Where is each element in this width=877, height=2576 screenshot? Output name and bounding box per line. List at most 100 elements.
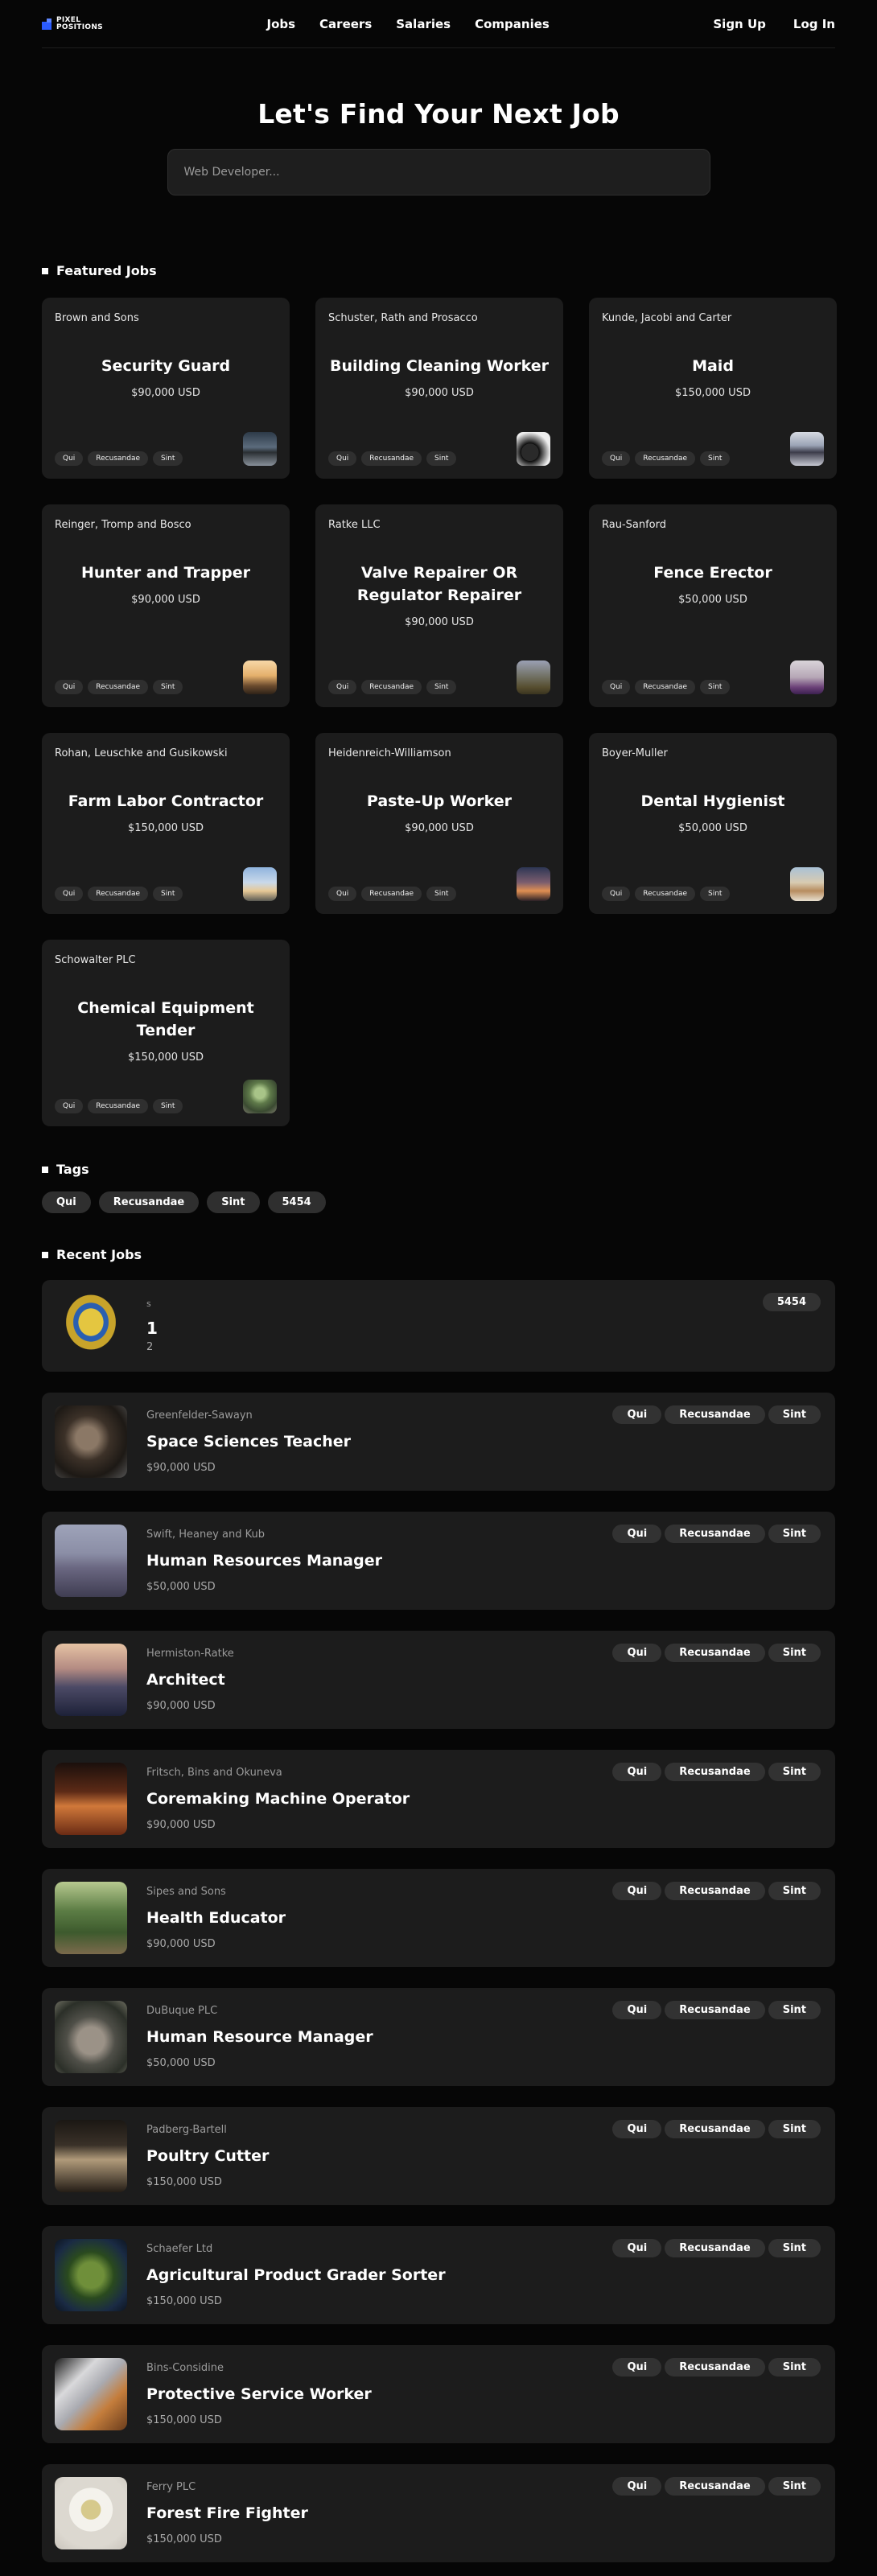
job-tag[interactable]: Recusandae: [665, 2358, 765, 2376]
job-tag[interactable]: Qui: [602, 680, 631, 694]
job-tag[interactable]: Recusandae: [88, 887, 149, 901]
recent-job-card[interactable]: Swift, Heaney and Kub Human Resources Man…: [42, 1512, 835, 1610]
job-title[interactable]: Chemical Equipment Tender: [55, 997, 277, 1042]
job-tag[interactable]: Qui: [612, 1763, 662, 1781]
featured-job-card[interactable]: Schowalter PLC Chemical Equipment Tender $…: [42, 940, 290, 1126]
job-tag[interactable]: Recusandae: [635, 680, 696, 694]
job-tag[interactable]: Sint: [768, 1405, 821, 1424]
job-tag[interactable]: Qui: [612, 1644, 662, 1662]
nav-link-salaries[interactable]: Salaries: [396, 17, 451, 31]
nav-link-jobs[interactable]: Jobs: [266, 17, 295, 31]
nav-link-companies[interactable]: Companies: [475, 17, 550, 31]
featured-job-card[interactable]: Kunde, Jacobi and Carter Maid $150,000 USD…: [589, 298, 837, 479]
job-title[interactable]: Security Guard: [101, 355, 230, 377]
job-title[interactable]: Forest Fire Fighter: [146, 2504, 308, 2522]
job-tag[interactable]: Recusandae: [665, 1763, 765, 1781]
job-tag[interactable]: Qui: [328, 451, 357, 466]
job-tag[interactable]: Qui: [602, 887, 631, 901]
job-tag[interactable]: Qui: [55, 1099, 84, 1113]
job-tag[interactable]: Sint: [426, 451, 457, 466]
recent-job-card[interactable]: Schaefer Ltd Agricultural Product Grader …: [42, 2226, 835, 2324]
job-title[interactable]: Architect: [146, 1671, 234, 1689]
tag-qui[interactable]: Qui: [42, 1191, 91, 1213]
job-tag[interactable]: Sint: [768, 1525, 821, 1543]
job-tag[interactable]: 5454: [762, 1293, 821, 1311]
recent-job-card[interactable]: Ferry PLC Forest Fire Fighter $150,000 USD…: [42, 2464, 835, 2562]
job-tag[interactable]: Recusandae: [665, 1882, 765, 1900]
tag-recusandae[interactable]: Recusandae: [98, 1191, 200, 1213]
sign-up-link[interactable]: Sign Up: [713, 17, 766, 31]
job-title[interactable]: Human Resource Manager: [146, 2028, 373, 2046]
job-tag[interactable]: Qui: [612, 1882, 662, 1900]
job-tag[interactable]: Qui: [612, 2001, 662, 2019]
job-tag[interactable]: Recusandae: [665, 1525, 765, 1543]
job-tag[interactable]: Sint: [768, 2358, 821, 2376]
job-tag[interactable]: Sint: [768, 1882, 821, 1900]
job-title[interactable]: Protective Service Worker: [146, 2385, 372, 2403]
job-tag[interactable]: Recusandae: [361, 887, 422, 901]
job-title[interactable]: Dental Hygienist: [641, 790, 785, 813]
job-tag[interactable]: Qui: [612, 2120, 662, 2138]
job-title[interactable]: Health Educator: [146, 1909, 286, 1927]
recent-job-card[interactable]: Bins-Considine Protective Service Worker $…: [42, 2345, 835, 2443]
job-tag[interactable]: Recusandae: [665, 2477, 765, 2496]
job-tag[interactable]: Sint: [700, 680, 731, 694]
recent-job-card[interactable]: Hermiston-Ratke Architect $90,000 USD Qui Re…: [42, 1631, 835, 1729]
job-tag[interactable]: Sint: [768, 2477, 821, 2496]
job-tag[interactable]: Qui: [55, 451, 84, 466]
featured-job-card[interactable]: Ratke LLC Valve Repairer OR Regulator Rep…: [315, 504, 563, 707]
job-tag[interactable]: Sint: [768, 1644, 821, 1662]
job-title[interactable]: Poultry Cutter: [146, 2147, 269, 2165]
logo[interactable]: PIXEL POSITIONS: [42, 16, 103, 31]
job-tag[interactable]: Sint: [768, 2001, 821, 2019]
job-tag[interactable]: Qui: [602, 451, 631, 466]
job-tag[interactable]: Recusandae: [88, 1099, 149, 1113]
job-tag[interactable]: Qui: [612, 2358, 662, 2376]
job-title[interactable]: Space Sciences Teacher: [146, 1433, 351, 1451]
featured-job-card[interactable]: Schuster, Rath and Prosacco Building Clea…: [315, 298, 563, 479]
recent-job-card[interactable]: Greenfelder-Sawayn Space Sciences Teacher…: [42, 1393, 835, 1491]
featured-job-card[interactable]: Rohan, Leuschke and Gusikowski Farm Labor…: [42, 733, 290, 914]
job-title[interactable]: Paste-Up Worker: [367, 790, 512, 813]
recent-job-card[interactable]: Fritsch, Bins and Okuneva Coremaking Mach…: [42, 1750, 835, 1848]
job-title[interactable]: Building Cleaning Worker: [330, 355, 549, 377]
job-tag[interactable]: Sint: [153, 887, 183, 901]
job-tag[interactable]: Qui: [612, 2477, 662, 2496]
job-tag[interactable]: Sint: [768, 2120, 821, 2138]
nav-link-careers[interactable]: Careers: [319, 17, 372, 31]
job-tag[interactable]: Qui: [612, 1405, 662, 1424]
job-tag[interactable]: Recusandae: [665, 2001, 765, 2019]
job-tag[interactable]: Sint: [426, 680, 457, 694]
job-tag[interactable]: Sint: [426, 887, 457, 901]
job-tag[interactable]: Recusandae: [88, 451, 149, 466]
job-title[interactable]: Maid: [692, 355, 734, 377]
job-tag[interactable]: Sint: [153, 451, 183, 466]
job-tag[interactable]: Qui: [328, 680, 357, 694]
job-tag[interactable]: Qui: [612, 2239, 662, 2257]
job-tag[interactable]: Recusandae: [361, 680, 422, 694]
log-in-link[interactable]: Log In: [793, 17, 835, 31]
job-tag[interactable]: Qui: [328, 887, 357, 901]
tag-sint[interactable]: Sint: [207, 1191, 260, 1213]
job-title[interactable]: Coremaking Machine Operator: [146, 1790, 410, 1808]
job-title[interactable]: Valve Repairer OR Regulator Repairer: [328, 562, 550, 607]
job-tag[interactable]: Sint: [700, 887, 731, 901]
job-tag[interactable]: Qui: [55, 680, 84, 694]
recent-job-card[interactable]: Padberg-Bartell Poultry Cutter $150,000 US…: [42, 2107, 835, 2205]
featured-job-card[interactable]: Brown and Sons Security Guard $90,000 USD Q…: [42, 298, 290, 479]
job-tag[interactable]: Recusandae: [635, 451, 696, 466]
job-title[interactable]: 1: [146, 1319, 158, 1338]
job-title[interactable]: Fence Erector: [653, 562, 772, 584]
job-tag[interactable]: Sint: [153, 680, 183, 694]
recent-job-card[interactable]: DuBuque PLC Human Resource Manager $50,000…: [42, 1988, 835, 2086]
tag-5454[interactable]: 5454: [267, 1191, 326, 1213]
job-tag[interactable]: Recusandae: [665, 1405, 765, 1424]
job-tag[interactable]: Recusandae: [665, 2120, 765, 2138]
job-tag[interactable]: Sint: [700, 451, 731, 466]
job-tag[interactable]: Recusandae: [88, 680, 149, 694]
search-input[interactable]: [167, 149, 710, 195]
featured-job-card[interactable]: Boyer-Muller Dental Hygienist $50,000 USD Q…: [589, 733, 837, 914]
job-tag[interactable]: Sint: [768, 2239, 821, 2257]
job-title[interactable]: Agricultural Product Grader Sorter: [146, 2266, 446, 2284]
recent-job-card[interactable]: s 1 2 5454: [42, 1280, 835, 1372]
